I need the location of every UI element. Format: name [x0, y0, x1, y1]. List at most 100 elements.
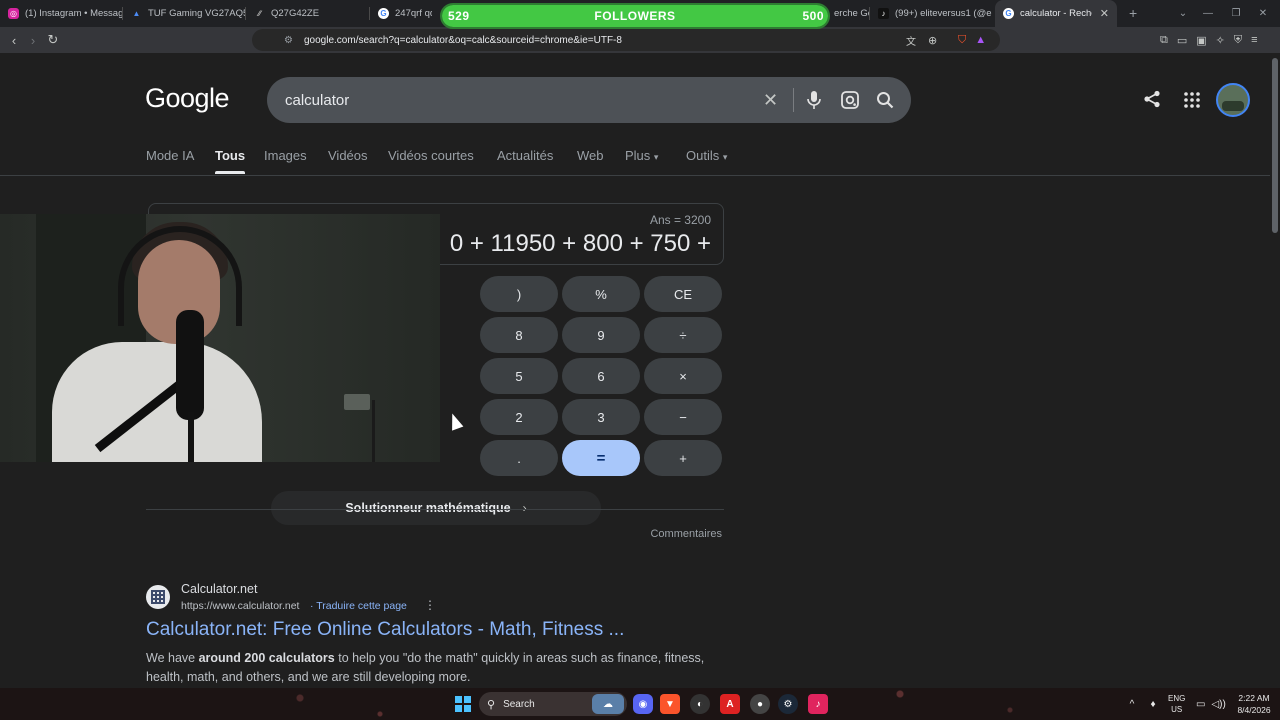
search-box[interactable]: calculator ✕ [267, 77, 911, 123]
adobe-icon[interactable]: A [720, 694, 740, 714]
taskbar-clock[interactable]: 2:22 AM 8/4/2026 [1232, 692, 1276, 716]
tab-outils[interactable]: Outils ▾ [686, 148, 727, 163]
calc-key-equals[interactable]: = [562, 440, 640, 476]
tab-tous[interactable]: Tous [215, 148, 246, 174]
tab-actualites[interactable]: Actualités [497, 148, 553, 163]
calc-key-percent[interactable]: % [562, 276, 640, 312]
tab-web[interactable]: Web [577, 148, 604, 163]
calc-key-digit-3[interactable]: 3 [562, 399, 640, 435]
rewards-icon[interactable]: ▲ [975, 34, 986, 46]
result-url[interactable]: https://www.calculator.net [181, 600, 299, 612]
discord-icon[interactable]: ◉ [633, 694, 653, 714]
browser-tab-active[interactable]: G calculator - Recherch ✕ [995, 0, 1117, 27]
browser-tab[interactable]: G 247qrf qd e [370, 0, 432, 27]
extensions-icon[interactable]: ⧉ [1160, 34, 1168, 47]
widgets-icon[interactable]: ☁ [592, 694, 624, 714]
url-text: google.com/search?q=calculator&oq=calc&s… [304, 34, 622, 46]
tab-title: (1) Instagram • Messages [25, 8, 123, 19]
math-solver-button[interactable]: Solutionneur mathématique › [271, 491, 601, 525]
calc-key-divide[interactable]: ÷ [644, 317, 722, 353]
wallet-icon[interactable]: ▣ [1196, 34, 1206, 47]
vpn-icon[interactable]: ⛨ [1234, 34, 1242, 47]
account-avatar[interactable] [1216, 83, 1250, 117]
brave-shield-icon[interactable]: ⛉ [958, 34, 966, 47]
page-scrollbar-thumb[interactable] [1272, 58, 1278, 233]
obs-icon[interactable]: ● [750, 694, 770, 714]
app-icon[interactable]: ◐ [690, 694, 710, 714]
more-options-icon[interactable]: ⋮ [424, 598, 436, 612]
calc-key-multiply[interactable]: × [644, 358, 722, 394]
calc-key-clear-entry[interactable]: CE [644, 276, 722, 312]
tiktok-icon[interactable]: ♪ [808, 694, 828, 714]
forward-icon[interactable]: › [23, 33, 43, 48]
language-indicator[interactable]: ENG US [1168, 693, 1185, 715]
restore-icon[interactable]: ❐ [1222, 8, 1250, 19]
calc-key-minus[interactable]: − [644, 399, 722, 435]
lens-icon[interactable] [841, 77, 859, 123]
menu-icon[interactable]: ≡ [1251, 34, 1257, 46]
tab-plus-label: Plus [625, 148, 651, 163]
tab-images[interactable]: Images [264, 148, 307, 163]
speaker-icon[interactable]: ◁)) [1211, 699, 1225, 710]
result-title-link[interactable]: Calculator.net: Free Online Calculators … [146, 619, 624, 641]
calc-key-digit-8[interactable]: 8 [480, 317, 558, 353]
tab-title: erche Go [834, 8, 870, 19]
calc-key-digit-9[interactable]: 9 [562, 317, 640, 353]
search-icon[interactable] [876, 77, 894, 123]
tabs-divider [0, 175, 1270, 176]
brave-icon[interactable]: ▼ [660, 694, 680, 714]
start-button[interactable] [455, 696, 471, 712]
clear-icon[interactable]: ✕ [763, 77, 778, 123]
translate-page-link[interactable]: · Traduire cette page [310, 600, 407, 612]
microphone-icon[interactable]: ♦ [1146, 699, 1160, 710]
calc-key-digit-2[interactable]: 2 [480, 399, 558, 435]
steam-icon[interactable]: ⚙ [778, 694, 798, 714]
calc-key-decimal[interactable]: . [480, 440, 558, 476]
site-info-icon[interactable]: ⚙ [284, 35, 293, 46]
microphone [176, 310, 204, 420]
share-icon[interactable] [1143, 90, 1161, 113]
translate-icon[interactable]: 文 [906, 33, 916, 48]
google-logo[interactable]: Google [145, 83, 230, 114]
browser-tab[interactable]: ▲ TUF Gaming VG27AQ5A [123, 0, 246, 27]
back-icon[interactable]: ‹ [4, 33, 24, 48]
browser-tab[interactable]: ∕∕ Q27G42ZE [246, 0, 370, 27]
webcam-overlay [0, 214, 440, 462]
zoom-icon[interactable]: ⊕ [928, 34, 937, 47]
calc-key-digit-5[interactable]: 5 [480, 358, 558, 394]
tab-videos-courtes[interactable]: Vidéos courtes [388, 148, 474, 163]
calc-key-plus[interactable]: + [644, 440, 722, 476]
network-icon[interactable]: ▭ [1196, 699, 1205, 710]
result-site-name[interactable]: Calculator.net [181, 582, 257, 596]
asus-icon: ▲ [132, 9, 141, 18]
microphone-icon[interactable] [807, 77, 821, 123]
browser-tab[interactable]: ♪ (99+) eliteversus1 (@elite [870, 0, 992, 27]
instagram-icon: ◎ [8, 8, 19, 19]
tab-title: Q27G42ZE [271, 8, 320, 19]
calculator-net-favicon-icon[interactable] [146, 585, 170, 609]
calc-key-close-paren[interactable]: ) [480, 276, 558, 312]
clock-time: 2:22 AM [1238, 693, 1270, 703]
result-snippet: We have around 200 calculators to help y… [146, 651, 705, 684]
calc-key-digit-6[interactable]: 6 [562, 358, 640, 394]
address-bar[interactable]: ⚙ google.com/search?q=calculator&oq=calc… [252, 29, 1000, 51]
search-input[interactable]: calculator [285, 92, 349, 109]
leo-ai-icon[interactable]: ✧ [1216, 34, 1225, 47]
followers-goal-bar: 529 FOLLOWERS 500 [440, 3, 830, 29]
tab-title: calculator - Recherch [1020, 8, 1092, 19]
sidebar-icon[interactable]: ▭ [1177, 34, 1187, 47]
reload-icon[interactable]: ↻ [43, 32, 63, 48]
tab-mode-ia[interactable]: Mode IA [146, 148, 194, 163]
tab-videos[interactable]: Vidéos [328, 148, 368, 163]
feedback-link[interactable]: Commentaires [650, 528, 722, 540]
close-tab-icon[interactable]: ✕ [1100, 7, 1109, 20]
minimize-icon[interactable]: — [1194, 8, 1222, 19]
browser-tab[interactable]: ◎ (1) Instagram • Messages [0, 0, 123, 27]
close-window-icon[interactable]: ✕ [1250, 8, 1276, 19]
browser-tab[interactable]: erche Go [830, 0, 870, 27]
tab-plus[interactable]: Plus ▾ [625, 148, 658, 163]
chevron-up-icon[interactable]: ^ [1124, 699, 1140, 710]
tab-search-icon[interactable]: ⌄ [1172, 8, 1194, 19]
new-tab-icon[interactable]: + [1119, 5, 1147, 21]
apps-grid-icon[interactable] [1184, 92, 1200, 113]
